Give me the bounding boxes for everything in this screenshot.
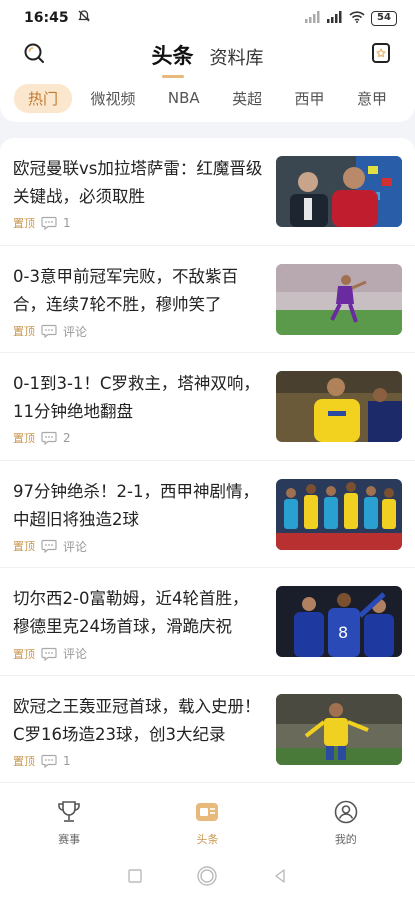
comment-count: 评论 — [63, 539, 88, 554]
news-text: 0-1到3-1！C罗救主，塔神双响，11分钟绝地翻盘 置顶 2 — [13, 370, 263, 446]
tab-label: 赛事 — [58, 833, 81, 846]
news-thumbnail[interactable] — [276, 156, 402, 227]
news-thumbnail[interactable] — [276, 371, 402, 442]
news-meta: 置顶 评论 — [13, 645, 263, 662]
news-meta: 置顶 1 — [13, 753, 263, 769]
news-text: 切尔西2-0富勒姆，近4轮首胜，穆德里克24场首球，滑跪庆祝 置顶 评论 — [13, 585, 263, 662]
home-icon[interactable] — [196, 865, 218, 891]
header-tabs: 头条 资料库 — [152, 40, 264, 78]
tab-headlines[interactable]: 头条 — [152, 40, 194, 78]
pinned-tag: 置顶 — [13, 325, 35, 338]
news-title: 欧冠之王轰亚冠首球，载入史册！C罗16场造23球，创3大纪录 — [13, 696, 261, 744]
news-thumbnail[interactable] — [276, 263, 402, 335]
signal-icon — [305, 10, 321, 26]
comment-count: 2 — [63, 431, 71, 445]
news-thumbnail[interactable] — [276, 478, 402, 550]
comment-icon — [41, 754, 57, 768]
category-nba[interactable]: NBA — [154, 85, 214, 111]
search-icon — [23, 42, 45, 68]
tab-label: 头条 — [196, 833, 219, 846]
news-meta: 置顶 评论 — [13, 538, 263, 555]
news-meta: 置顶 1 — [13, 215, 263, 231]
news-icon — [194, 800, 220, 828]
status-bar: 16:45 54 — [0, 0, 415, 36]
comment-count: 评论 — [63, 324, 88, 339]
category-premier-league[interactable]: 英超 — [218, 84, 276, 113]
status-left: 16:45 — [24, 9, 91, 27]
back-icon[interactable] — [272, 868, 288, 888]
comment-icon — [41, 647, 57, 661]
pinned-tag: 置顶 — [13, 647, 35, 661]
news-thumbnail[interactable] — [276, 693, 402, 765]
tab-database[interactable]: 资料库 — [210, 44, 264, 70]
category-hot[interactable]: 热门 — [14, 83, 73, 113]
news-item[interactable]: 97分钟绝杀！2-1，西甲神剧情，中超旧将独造2球 置顶 评论 — [0, 461, 415, 568]
status-right: 54 — [305, 10, 397, 26]
bookmark-icon — [370, 42, 392, 68]
news-meta: 置顶 2 — [13, 430, 263, 446]
news-item[interactable]: 欧冠曼联vs加拉塔萨雷：红魔晋级关键战，必须取胜 置顶 1 — [0, 138, 415, 246]
news-title: 欧冠曼联vs加拉塔萨雷：红魔晋级关键战，必须取胜 — [13, 159, 263, 206]
comment-count: 1 — [63, 216, 71, 230]
news-text: 97分钟绝杀！2-1，西甲神剧情，中超旧将独造2球 置顶 评论 — [13, 478, 263, 555]
tab-label: 我的 — [334, 833, 357, 846]
comment-icon — [41, 431, 57, 445]
news-title: 0-1到3-1！C罗救主，塔神双响，11分钟绝地翻盘 — [13, 374, 260, 421]
comment-icon — [41, 216, 57, 230]
news-text: 欧冠曼联vs加拉塔萨雷：红魔晋级关键战，必须取胜 置顶 1 — [13, 155, 263, 231]
bookmark-button[interactable] — [367, 41, 395, 69]
tab-profile[interactable]: 我的 — [306, 800, 386, 847]
pinned-tag: 置顶 — [13, 432, 35, 445]
bottom-tabbar: 赛事 头条 我的 — [0, 786, 415, 856]
comment-count: 评论 — [63, 647, 88, 661]
news-text: 欧冠之王轰亚冠首球，载入史册！C罗16场造23球，创3大纪录 置顶 1 — [13, 693, 263, 769]
pinned-tag: 置顶 — [13, 754, 35, 768]
news-item[interactable]: 0-3意甲前冠军完败，不敌紫百合，连续7轮不胜，穆帅笑了 置顶 评论 — [0, 246, 415, 353]
category-micro-video[interactable]: 微视频 — [76, 84, 149, 113]
signal-icon-2 — [327, 10, 343, 26]
news-title: 切尔西2-0富勒姆，近4轮首胜，穆德里克24场首球，滑跪庆祝 — [13, 589, 249, 636]
comment-icon — [41, 324, 57, 338]
do-not-disturb-icon — [77, 9, 91, 27]
comment-icon — [41, 539, 57, 553]
search-button[interactable] — [20, 41, 48, 69]
system-nav-bar — [0, 856, 415, 900]
news-thumbnail[interactable]: 8 — [276, 586, 402, 657]
news-text: 0-3意甲前冠军完败，不敌紫百合，连续7轮不胜，穆帅笑了 置顶 评论 — [13, 263, 263, 340]
news-item[interactable]: 0-1到3-1！C罗救主，塔神双响，11分钟绝地翻盘 置顶 2 — [0, 353, 415, 461]
category-serie-a[interactable]: 意甲 — [343, 84, 401, 113]
news-title: 0-3意甲前冠军完败，不敌紫百合，连续7轮不胜，穆帅笑了 — [13, 266, 238, 314]
tab-headlines-bottom[interactable]: 头条 — [167, 800, 247, 847]
battery-indicator: 54 — [371, 10, 397, 26]
tab-matches[interactable]: 赛事 — [29, 800, 109, 847]
news-meta: 置顶 评论 — [13, 323, 263, 340]
news-title: 97分钟绝杀！2-1，西甲神剧情，中超旧将独造2球 — [13, 481, 259, 529]
profile-icon — [333, 800, 359, 828]
header: 头条 资料库 — [0, 36, 415, 78]
news-item[interactable]: 欧冠之王轰亚冠首球，载入史册！C罗16场造23球，创3大纪录 置顶 1 — [0, 676, 415, 783]
comment-count: 1 — [63, 753, 71, 768]
pinned-tag: 置顶 — [13, 217, 35, 230]
status-time: 16:45 — [24, 10, 69, 26]
category-la-liga[interactable]: 西甲 — [281, 84, 339, 113]
category-bar: 热门 微视频 NBA 英超 西甲 意甲 — [0, 74, 415, 122]
svg-text:8: 8 — [338, 623, 348, 642]
wifi-icon — [349, 10, 365, 26]
news-feed: 欧冠曼联vs加拉塔萨雷：红魔晋级关键战，必须取胜 置顶 1 0-3意甲前冠军完败… — [0, 138, 415, 786]
news-item[interactable]: 切尔西2-0富勒姆，近4轮首胜，穆德里克24场首球，滑跪庆祝 置顶 评论 8 — [0, 568, 415, 676]
pinned-tag: 置顶 — [13, 540, 35, 553]
trophy-icon — [56, 800, 82, 828]
recent-apps-icon[interactable] — [127, 868, 143, 888]
